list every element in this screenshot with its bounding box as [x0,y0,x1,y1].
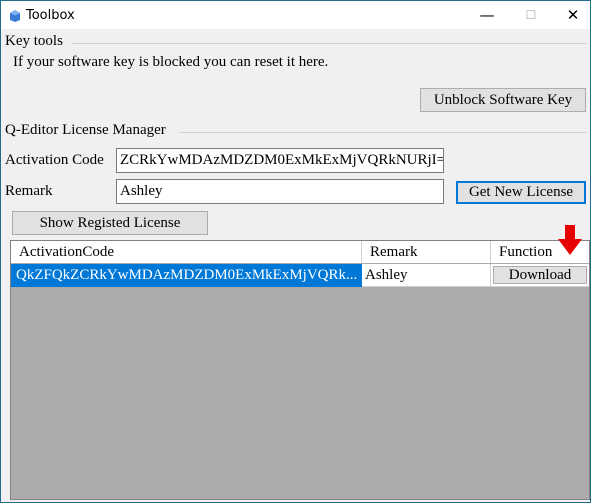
license-manager-group-line [179,132,587,133]
column-header-activationcode[interactable]: ActivationCode [11,241,362,263]
table-row[interactable]: QkZFQkZCRkYwMDAzMDZDM0ExMkExMjVQRk... As… [11,264,589,287]
column-header-remark[interactable]: Remark [362,241,491,263]
toolbox-app-icon [10,10,20,22]
window-title: Toolbox [26,8,75,23]
close-button[interactable]: ✕ [550,1,591,29]
key-tools-description: If your software key is blocked you can … [13,54,329,70]
grid-header: ActivationCode Remark Function [11,241,589,263]
toolbox-window: Toolbox — ☐ ✕ Key tools If your software… [0,0,591,503]
key-tools-group-line [71,43,587,44]
title-bar[interactable]: Toolbox — ☐ ✕ [1,1,590,29]
minimize-button[interactable]: — [464,1,510,29]
activation-code-cell[interactable]: QkZFQkZCRkYwMDAzMDZDM0ExMkExMjVQRk... [11,264,362,287]
function-cell: Download [491,264,589,287]
key-tools-group-label: Key tools [5,33,66,50]
license-grid[interactable]: ActivationCode Remark Function QkZFQkZCR… [10,240,590,500]
show-registed-license-button[interactable]: Show Registed License [12,211,208,235]
remark-input[interactable]: Ashley [116,179,444,204]
activation-code-label: Activation Code [5,152,104,168]
activation-code-input[interactable]: ZCRkYwMDAzMDZDM0ExMkExMjVQRkNURjI= [116,148,444,173]
unblock-software-key-button[interactable]: Unblock Software Key [420,88,586,112]
get-new-license-button[interactable]: Get New License [456,181,586,204]
remark-cell[interactable]: Ashley [362,264,491,287]
download-button[interactable]: Download [493,266,587,284]
red-arrow-down-icon [558,225,582,255]
remark-label: Remark [5,183,53,199]
license-manager-group-label: Q-Editor License Manager [5,122,169,139]
maximize-button[interactable]: ☐ [508,1,554,29]
